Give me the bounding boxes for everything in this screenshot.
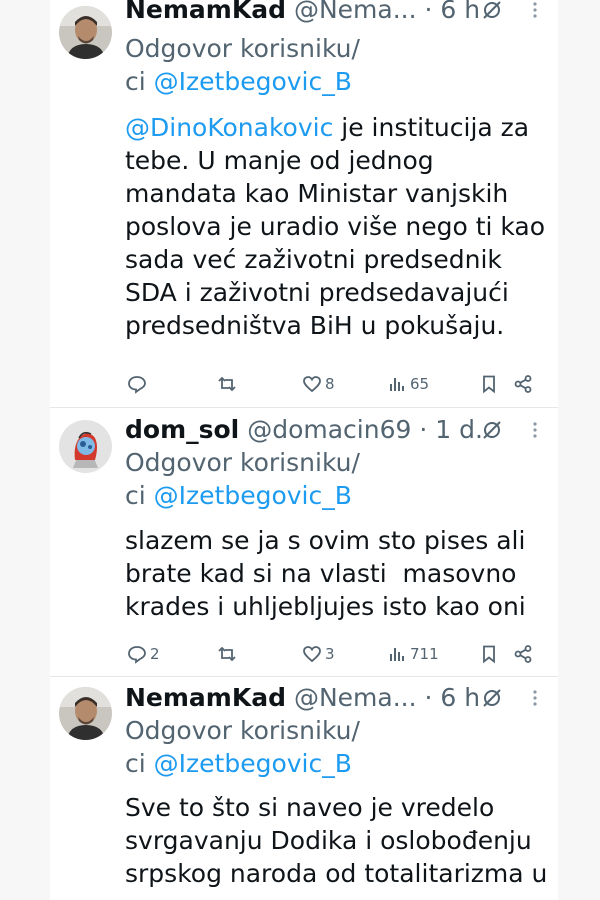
bookmark-icon bbox=[483, 645, 495, 664]
tweet-header: dom_sol @domacin69 · 1 d. bbox=[125, 414, 558, 446]
user-handle[interactable]: @domacin69 bbox=[247, 415, 411, 444]
user-handle[interactable]: @Nema... bbox=[294, 683, 417, 712]
reply-button[interactable]: 2 bbox=[127, 642, 160, 666]
reply-target-link[interactable]: @Izetbegovic_B bbox=[154, 481, 352, 510]
share-icon bbox=[514, 375, 532, 393]
timestamp[interactable]: 6 h bbox=[440, 0, 480, 24]
views-count: 65 bbox=[410, 375, 430, 393]
tweet-text: @DinoKonakovic je institucija za tebe. U… bbox=[125, 111, 550, 342]
bookmark-icon bbox=[483, 375, 495, 394]
grok-icon[interactable] bbox=[480, 0, 504, 22]
repost-icon bbox=[218, 646, 236, 662]
views-icon bbox=[390, 378, 404, 391]
display-name[interactable]: NemamKad bbox=[125, 0, 286, 24]
share-button[interactable] bbox=[513, 642, 533, 666]
reply-prefix: Odgovor korisniku/ bbox=[125, 716, 360, 745]
repost-button[interactable] bbox=[217, 642, 240, 666]
bookmark-button[interactable] bbox=[479, 642, 499, 666]
separator: · bbox=[424, 683, 433, 712]
more-icon[interactable] bbox=[525, 0, 545, 20]
reply-target-link[interactable]: @Izetbegovic_B bbox=[154, 67, 352, 96]
tweet[interactable]: dom_sol @domacin69 · 1 d. Odgovor korisn… bbox=[50, 408, 558, 679]
tweet-header: NemamKad @Nema... · 6 h bbox=[125, 0, 558, 26]
mention-link[interactable]: @DinoKonakovic bbox=[125, 113, 333, 142]
reply-prefix: Odgovor korisniku/ bbox=[125, 34, 360, 63]
timestamp[interactable]: 1 d. bbox=[435, 415, 483, 444]
avatar[interactable] bbox=[59, 6, 112, 59]
display-name[interactable]: dom_sol bbox=[125, 415, 239, 444]
heart-icon bbox=[303, 646, 321, 663]
like-button[interactable]: 3 bbox=[302, 642, 335, 666]
reply-context: Odgovor korisniku/ ci @Izetbegovic_B bbox=[125, 714, 360, 780]
tweet-text: Sve to što si naveo je vredelo svrgavanj… bbox=[125, 793, 548, 888]
reply-context: Odgovor korisniku/ ci @Izetbegovic_B bbox=[125, 446, 360, 512]
views-button[interactable]: 65 bbox=[387, 372, 429, 396]
tweet-text-body: je institucija za tebe. U manje od jedno… bbox=[125, 113, 546, 340]
reply-count: 2 bbox=[150, 645, 160, 663]
like-button[interactable]: 8 bbox=[302, 372, 335, 396]
grok-icon[interactable] bbox=[480, 418, 504, 442]
tweet-text: slazem se ja s ovim sto pises ali brate … bbox=[125, 526, 526, 621]
reply-ci: ci bbox=[125, 481, 146, 510]
share-button[interactable] bbox=[513, 372, 533, 396]
action-bar: 2 3 711 bbox=[125, 642, 535, 666]
action-bar: 8 65 bbox=[125, 372, 535, 396]
right-margin bbox=[558, 0, 600, 900]
reply-icon bbox=[128, 376, 146, 394]
repost-button[interactable] bbox=[217, 372, 240, 396]
more-icon[interactable] bbox=[525, 420, 545, 440]
views-button[interactable]: 711 bbox=[387, 642, 439, 666]
reply-target-link[interactable]: @Izetbegovic_B bbox=[154, 749, 352, 778]
user-handle[interactable]: @Nema... bbox=[294, 0, 417, 24]
separator: · bbox=[419, 415, 428, 444]
tweet[interactable]: NemamKad @Nema... · 6 h Odgovor korisnik… bbox=[50, 0, 558, 406]
timestamp[interactable]: 6 h bbox=[440, 683, 480, 712]
like-count: 3 bbox=[325, 645, 335, 663]
reply-icon bbox=[128, 646, 146, 664]
display-name[interactable]: NemamKad bbox=[125, 683, 286, 712]
tweet[interactable]: NemamKad @Nema... · 6 h Odgovor korisnik… bbox=[50, 677, 558, 900]
views-count: 711 bbox=[410, 645, 439, 663]
timeline: NemamKad @Nema... · 6 h Odgovor korisnik… bbox=[50, 0, 558, 900]
reply-ci: ci bbox=[125, 67, 146, 96]
more-icon[interactable] bbox=[525, 688, 545, 708]
avatar[interactable] bbox=[59, 687, 112, 740]
separator: · bbox=[424, 0, 433, 24]
left-margin bbox=[0, 0, 50, 900]
tweet-header: NemamKad @Nema... · 6 h bbox=[125, 682, 558, 714]
grok-icon[interactable] bbox=[480, 686, 504, 710]
like-count: 8 bbox=[325, 375, 335, 393]
heart-icon bbox=[303, 376, 321, 393]
reply-prefix: Odgovor korisniku/ bbox=[125, 448, 360, 477]
reply-button[interactable] bbox=[127, 372, 150, 396]
bookmark-button[interactable] bbox=[479, 372, 499, 396]
share-icon bbox=[514, 645, 532, 663]
reply-context: Odgovor korisniku/ ci @Izetbegovic_B bbox=[125, 32, 360, 98]
reply-ci: ci bbox=[125, 749, 146, 778]
views-icon bbox=[390, 648, 404, 661]
avatar[interactable] bbox=[59, 420, 112, 473]
repost-icon bbox=[218, 376, 236, 392]
